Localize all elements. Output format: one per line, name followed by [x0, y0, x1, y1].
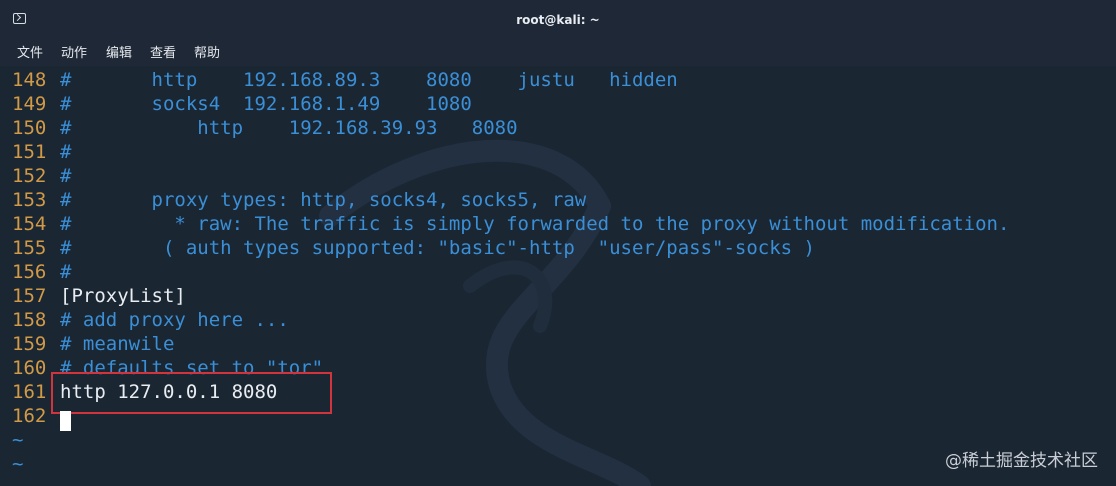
- line-text: # proxy types: http, socks4, socks5, raw: [60, 189, 587, 211]
- line-number: 152: [12, 165, 47, 187]
- menu-help[interactable]: 帮助: [194, 42, 220, 61]
- title-bar: root@kali: ~: [0, 0, 1116, 38]
- line-text: # meanwile: [60, 333, 175, 355]
- window-title: root@kali: ~: [516, 13, 600, 27]
- line-text: # socks4 192.168.1.49 1080: [60, 93, 472, 115]
- watermark-text: @稀土掘金技术社区: [945, 451, 1098, 471]
- line-number: 160: [12, 357, 47, 379]
- line-text: # http 192.168.39.93 8080: [60, 117, 518, 139]
- line-number: 155: [12, 237, 47, 259]
- line-number: 162: [12, 405, 47, 427]
- line-number: 157: [12, 285, 47, 307]
- text-cursor: [60, 411, 71, 431]
- line-text: [ProxyList]: [60, 285, 186, 307]
- line-number: 150: [12, 117, 47, 139]
- line-number: 151: [12, 141, 47, 163]
- menu-view[interactable]: 查看: [150, 42, 176, 61]
- empty-line-tilde: ~: [12, 429, 24, 451]
- terminal-content[interactable]: 148 # http 192.168.89.3 8080 justu hidden…: [0, 66, 1116, 486]
- line-number: 159: [12, 333, 47, 355]
- line-text: # http 192.168.89.3 8080 justu hidden: [60, 69, 678, 91]
- line-number: 156: [12, 261, 47, 283]
- line-text: #: [60, 165, 72, 187]
- line-text: #: [60, 261, 72, 283]
- line-number: 148: [12, 69, 47, 91]
- line-text: # ( auth types supported: "basic"-http "…: [60, 237, 815, 259]
- line-text: # * raw: The traffic is simply forwarded…: [60, 213, 1010, 235]
- line-number: 158: [12, 309, 47, 331]
- menu-bar: 文件 动作 编辑 查看 帮助: [0, 38, 1116, 64]
- line-number: 153: [12, 189, 47, 211]
- line-text: # add proxy here ...: [60, 309, 289, 331]
- menu-actions[interactable]: 动作: [61, 42, 87, 61]
- empty-line-tilde: ~: [12, 453, 24, 475]
- line-text: #: [60, 141, 72, 163]
- menu-file[interactable]: 文件: [17, 42, 43, 61]
- menu-edit[interactable]: 编辑: [106, 42, 132, 61]
- line-number: 161: [12, 381, 47, 403]
- line-number: 154: [12, 213, 47, 235]
- highlight-box: [51, 372, 332, 414]
- terminal-window: root@kali: ~ 文件 动作 编辑 查看 帮助 148 # http 19…: [0, 0, 1116, 486]
- line-number: 149: [12, 93, 47, 115]
